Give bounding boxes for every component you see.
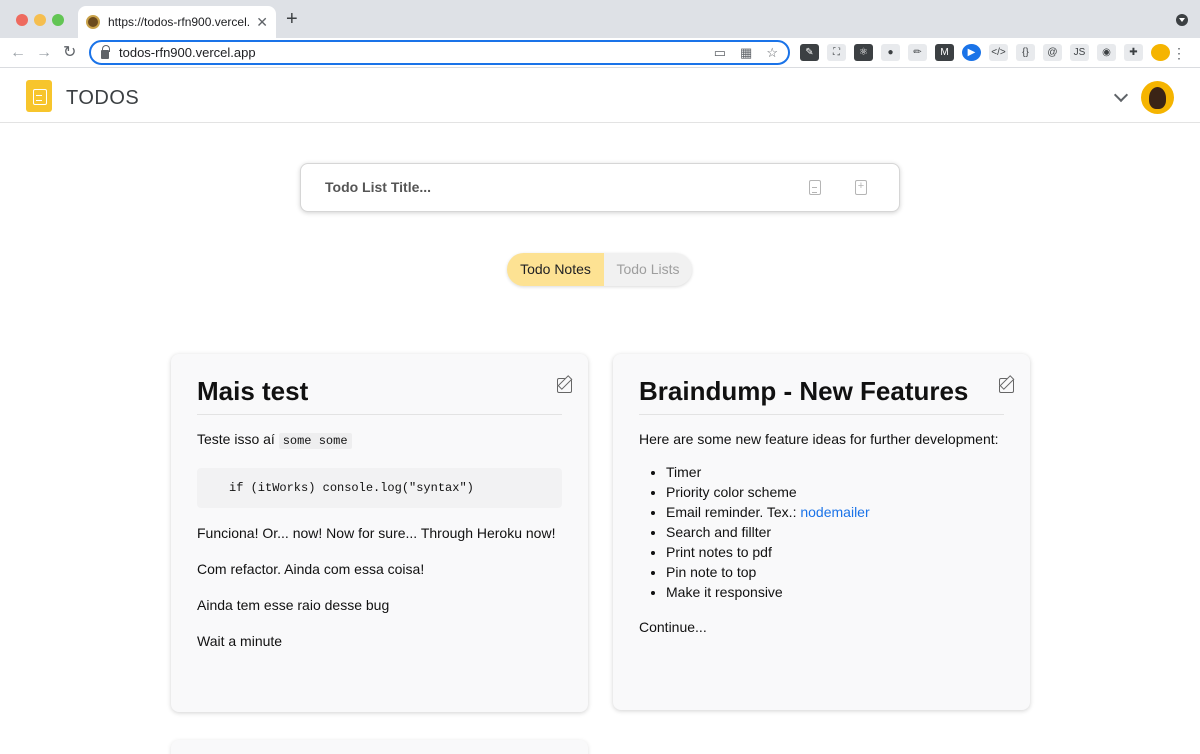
minimize-window-button[interactable] bbox=[34, 14, 46, 26]
edit-icon[interactable] bbox=[557, 378, 572, 393]
note-text: Teste isso aí bbox=[197, 431, 279, 447]
app-title[interactable]: TODOS bbox=[66, 87, 139, 110]
eyedropper-icon[interactable]: ✎ bbox=[800, 44, 819, 61]
url-text[interactable]: todos-rfn900.vercel.app bbox=[119, 45, 700, 60]
js-icon[interactable]: JS bbox=[1070, 44, 1089, 61]
list-item: Make it responsive bbox=[666, 582, 1004, 602]
at-icon[interactable]: @ bbox=[1043, 44, 1062, 61]
note-card[interactable] bbox=[171, 740, 588, 754]
list-item: Priority color scheme bbox=[666, 482, 1004, 502]
tab-close-icon[interactable]: ✕ bbox=[256, 14, 268, 31]
tab-search-icon[interactable] bbox=[1176, 14, 1188, 26]
todo-title-input[interactable] bbox=[325, 179, 785, 195]
note-paragraph: Com refactor. Ainda com essa coisa! bbox=[197, 561, 425, 577]
new-note-icon[interactable] bbox=[809, 180, 821, 195]
note-body: Teste isso aí some some if (itWorks) con… bbox=[197, 430, 562, 668]
note-card[interactable]: Braindump - New Features Here are some n… bbox=[613, 354, 1030, 710]
play-icon[interactable]: ▶ bbox=[962, 44, 981, 61]
code-block: if (itWorks) console.log("syntax") bbox=[197, 468, 562, 508]
cast-icon[interactable]: ▭ bbox=[714, 45, 726, 61]
new-todo-form: + bbox=[300, 163, 900, 212]
reload-button[interactable]: ↻ bbox=[63, 43, 76, 63]
browser-menu-icon[interactable]: ⋮ bbox=[1172, 46, 1186, 60]
lock-icon[interactable] bbox=[101, 45, 110, 59]
inline-code: some some bbox=[278, 433, 352, 449]
new-tab-button[interactable]: + bbox=[286, 9, 298, 29]
forward-button[interactable]: → bbox=[36, 43, 52, 63]
note-paragraph: Here are some new feature ideas for furt… bbox=[639, 431, 999, 447]
m-icon[interactable]: M bbox=[935, 44, 954, 61]
list-item-text: Email reminder. Tex.: bbox=[666, 504, 801, 520]
list-item: Timer bbox=[666, 462, 1004, 482]
avatar[interactable] bbox=[1141, 81, 1174, 114]
view-switcher: Todo Notes Todo Lists bbox=[507, 253, 692, 286]
react-devtools-icon[interactable]: ⚛ bbox=[854, 44, 873, 61]
note-title: Braindump - New Features bbox=[639, 376, 969, 406]
pencil-icon[interactable]: ✏ bbox=[908, 44, 927, 61]
braces-icon[interactable]: {} bbox=[1016, 44, 1035, 61]
address-bar[interactable]: todos-rfn900.vercel.app ▭ ▦ ☆ bbox=[89, 40, 790, 65]
browser-toolbar: ← → ↻ todos-rfn900.vercel.app ▭ ▦ ☆ ✎ ⛶ … bbox=[0, 38, 1200, 68]
list-item: Print notes to pdf bbox=[666, 542, 1004, 562]
tab-todo-notes[interactable]: Todo Notes bbox=[507, 253, 604, 286]
back-button[interactable]: ← bbox=[10, 43, 26, 63]
title-divider bbox=[639, 414, 1004, 415]
browser-tab[interactable]: https://todos-rfn900.vercel.app ✕ bbox=[78, 6, 276, 38]
new-list-icon[interactable]: + bbox=[855, 180, 867, 195]
ext-icon[interactable]: ● bbox=[881, 44, 900, 61]
nodemailer-link[interactable]: nodemailer bbox=[800, 504, 869, 520]
feature-list: Timer Priority color scheme Email remind… bbox=[639, 462, 1004, 602]
maximize-window-button[interactable] bbox=[52, 14, 64, 26]
screenshot-icon[interactable]: ⛶ bbox=[827, 44, 846, 61]
edit-icon[interactable] bbox=[999, 378, 1014, 393]
note-paragraph: Wait a minute bbox=[197, 633, 283, 649]
note-paragraph: Teste isso aí some some bbox=[197, 430, 562, 451]
camera-icon[interactable]: ◉ bbox=[1097, 44, 1116, 61]
puzzle-icon[interactable]: ✚ bbox=[1124, 44, 1143, 61]
note-title: Mais test bbox=[197, 376, 309, 406]
close-window-button[interactable] bbox=[16, 14, 28, 26]
title-divider bbox=[197, 414, 562, 415]
favicon-icon bbox=[86, 15, 100, 29]
note-paragraph: Ainda tem esse raio desse bug bbox=[197, 597, 390, 613]
star-icon[interactable]: ☆ bbox=[766, 45, 778, 61]
list-item: Pin note to top bbox=[666, 562, 1004, 582]
tab-title: https://todos-rfn900.vercel.app bbox=[108, 15, 251, 29]
list-item: Email reminder. Tex.: nodemailer bbox=[666, 502, 1004, 522]
browser-tab-bar: https://todos-rfn900.vercel.app ✕ + bbox=[0, 0, 1200, 38]
app-header: TODOS bbox=[0, 68, 1200, 123]
note-body: Here are some new feature ideas for furt… bbox=[639, 430, 1004, 654]
note-card[interactable]: Mais test Teste isso aí some some if (it… bbox=[171, 354, 588, 712]
extensions-bar: ✎ ⛶ ⚛ ● ✏ M ▶ </> {} @ JS ◉ ✚ bbox=[800, 44, 1170, 61]
qr-icon[interactable]: ▦ bbox=[740, 45, 752, 61]
note-paragraph: Continue... bbox=[639, 619, 707, 635]
chevron-down-icon[interactable] bbox=[1113, 87, 1129, 103]
code-icon[interactable]: </> bbox=[989, 44, 1008, 61]
list-item: Search and fillter bbox=[666, 522, 1004, 542]
note-paragraph: Funciona! Or... now! Now for sure... Thr… bbox=[197, 525, 556, 541]
notes-logo-icon[interactable] bbox=[26, 80, 52, 112]
tab-todo-lists[interactable]: Todo Lists bbox=[604, 253, 692, 286]
profile-icon[interactable] bbox=[1151, 44, 1170, 61]
